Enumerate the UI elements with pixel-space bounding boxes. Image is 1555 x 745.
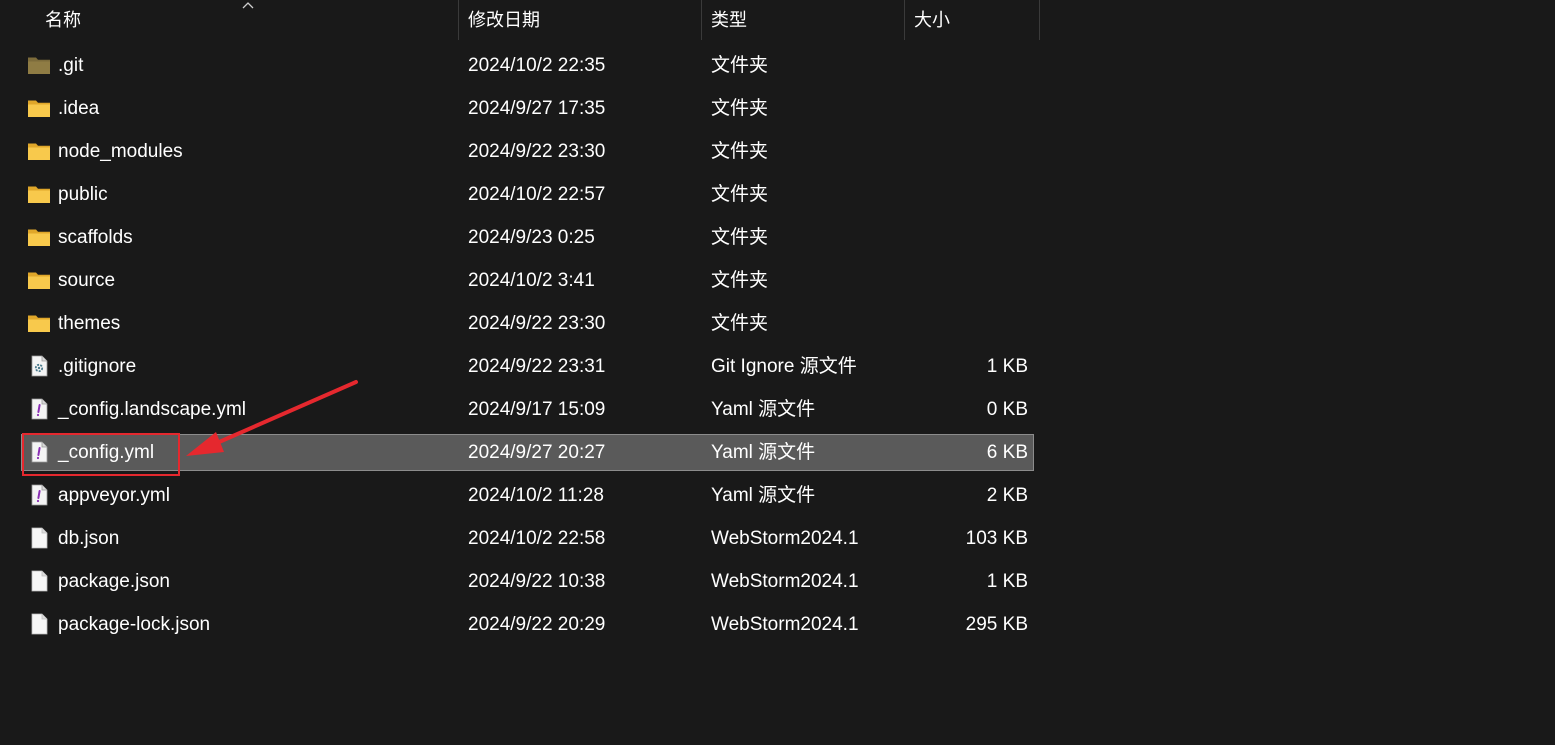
file-type: WebStorm2024.1 [711, 614, 859, 635]
column-header-name-label: 名称 [45, 10, 81, 30]
file-modified-date: 2024/9/23 0:25 [468, 227, 595, 248]
yaml-file-icon [27, 483, 51, 507]
file-size: 6 KB [986, 442, 1028, 463]
file-type: 文件夹 [711, 98, 769, 119]
file-modified-date: 2024/9/22 10:38 [468, 571, 606, 592]
file-size: 1 KB [986, 571, 1028, 592]
file-type: 文件夹 [711, 141, 769, 162]
yaml-file-icon [27, 397, 51, 421]
file-size: 1 KB [986, 356, 1028, 377]
file-size: 2 KB [986, 485, 1028, 506]
folder-icon [27, 53, 51, 77]
sort-ascending-icon [242, 2, 254, 9]
file-icon [27, 612, 51, 636]
file-modified-date: 2024/9/22 23:30 [468, 313, 606, 334]
file-modified-date: 2024/9/22 23:30 [468, 141, 606, 162]
file-name: themes [58, 313, 121, 334]
annotation-highlight-box [22, 433, 180, 476]
column-header-type[interactable]: 类型 [702, 0, 904, 40]
folder-icon [27, 225, 51, 249]
file-type: 文件夹 [711, 184, 769, 205]
folder-icon [27, 268, 51, 292]
file-type: 文件夹 [711, 270, 769, 291]
file-row[interactable]: package-lock.json 2024/9/22 20:29 WebStorm… [21, 606, 1034, 643]
file-row[interactable]: .idea 2024/9/27 17:35 文件夹 [21, 90, 1034, 127]
file-type: 文件夹 [711, 313, 769, 334]
annotation-arrow-icon [186, 380, 358, 456]
file-name: node_modules [58, 141, 183, 162]
file-type: 文件夹 [711, 55, 769, 76]
file-row[interactable]: package.json 2024/9/22 10:38 WebStorm2024.… [21, 563, 1034, 600]
column-header-type-label: 类型 [711, 10, 747, 30]
file-type: Yaml 源文件 [711, 399, 816, 420]
column-divider[interactable] [1039, 0, 1040, 40]
file-modified-date: 2024/10/2 22:35 [468, 55, 606, 76]
file-name: package-lock.json [58, 614, 211, 635]
file-modified-date: 2024/9/17 15:09 [468, 399, 606, 420]
settings-file-icon [27, 354, 51, 378]
file-modified-date: 2024/9/22 23:31 [468, 356, 606, 377]
file-type: Git Ignore 源文件 [711, 356, 857, 377]
column-header: 名称 修改日期 类型 大小 [0, 0, 1040, 40]
file-modified-date: 2024/10/2 11:28 [468, 485, 604, 506]
file-row[interactable]: node_modules 2024/9/22 23:30 文件夹 [21, 133, 1034, 170]
file-row[interactable]: themes 2024/9/22 23:30 文件夹 [21, 305, 1034, 342]
file-row[interactable]: scaffolds 2024/9/23 0:25 文件夹 [21, 219, 1034, 256]
column-header-size[interactable]: 大小 [905, 0, 1039, 40]
file-type: WebStorm2024.1 [711, 528, 859, 549]
file-name: db.json [58, 528, 120, 549]
file-size: 103 KB [965, 528, 1028, 549]
folder-icon [27, 182, 51, 206]
file-name: package.json [58, 571, 170, 592]
file-row[interactable]: public 2024/10/2 22:57 文件夹 [21, 176, 1034, 213]
file-row[interactable]: source 2024/10/2 3:41 文件夹 [21, 262, 1034, 299]
file-name: source [58, 270, 116, 291]
column-header-date[interactable]: 修改日期 [459, 0, 701, 40]
file-icon [27, 569, 51, 593]
file-modified-date: 2024/10/2 22:57 [468, 184, 606, 205]
file-name: .idea [58, 98, 100, 119]
file-size: 0 KB [986, 399, 1028, 420]
file-modified-date: 2024/9/27 17:35 [468, 98, 606, 119]
file-type: 文件夹 [711, 227, 769, 248]
folder-icon [27, 311, 51, 335]
column-header-date-label: 修改日期 [468, 10, 540, 30]
file-type: Yaml 源文件 [711, 442, 816, 463]
file-icon [27, 526, 51, 550]
file-name: .gitignore [58, 356, 137, 377]
file-modified-date: 2024/10/2 3:41 [468, 270, 595, 291]
file-modified-date: 2024/9/22 20:29 [468, 614, 606, 635]
folder-icon [27, 96, 51, 120]
file-modified-date: 2024/9/27 20:27 [468, 442, 606, 463]
file-row[interactable]: .git 2024/10/2 22:35 文件夹 [21, 47, 1034, 84]
file-type: Yaml 源文件 [711, 485, 816, 506]
file-row[interactable]: appveyor.yml 2024/10/2 11:28 Yaml 源文件 2 KB [21, 477, 1034, 514]
file-size: 295 KB [965, 614, 1028, 635]
file-name: .git [58, 55, 84, 76]
file-name: public [58, 184, 108, 205]
column-header-size-label: 大小 [914, 10, 950, 30]
file-modified-date: 2024/10/2 22:58 [468, 528, 606, 549]
file-name: appveyor.yml [58, 485, 170, 506]
file-row[interactable]: db.json 2024/10/2 22:58 WebStorm2024.1 103 … [21, 520, 1034, 557]
file-name: scaffolds [58, 227, 133, 248]
folder-icon [27, 139, 51, 163]
file-type: WebStorm2024.1 [711, 571, 859, 592]
